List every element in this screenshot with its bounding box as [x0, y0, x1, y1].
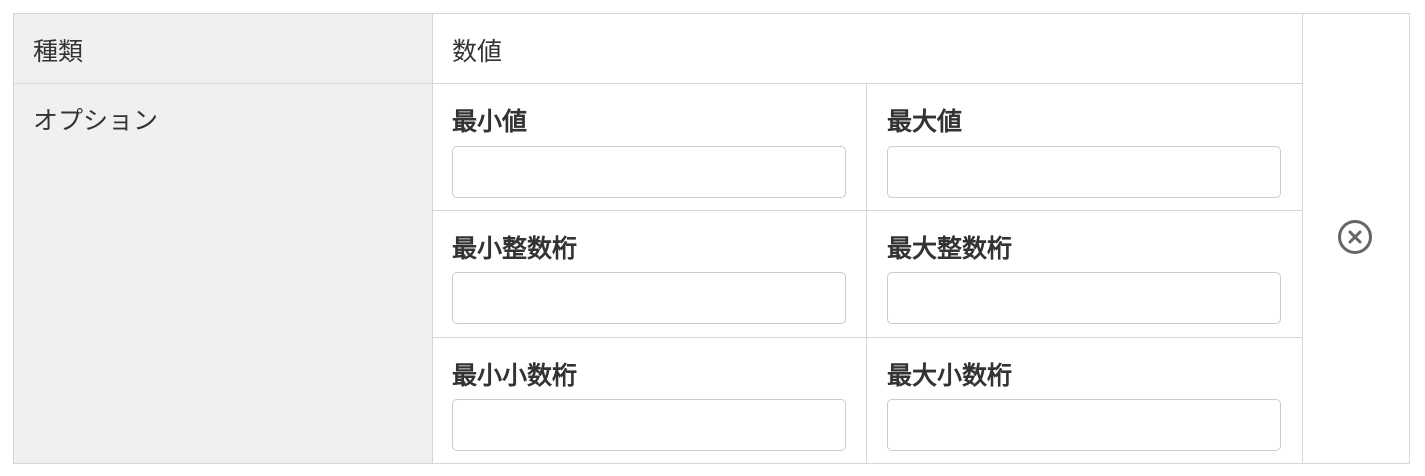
type-value: 数値	[452, 37, 503, 66]
min-integer-digits-label: 最小整数桁	[452, 234, 578, 263]
max-decimal-digits-label: 最大小数桁	[887, 361, 1013, 390]
min-decimal-digits-label: 最小小数桁	[452, 361, 578, 390]
options-label: オプション	[33, 106, 159, 135]
label-column	[14, 14, 433, 463]
max-integer-digits-input[interactable]	[887, 272, 1281, 324]
min-value-label: 最小値	[452, 107, 528, 136]
row-divider	[14, 83, 1302, 84]
max-value-input[interactable]	[887, 146, 1281, 198]
remove-button[interactable]	[1337, 219, 1373, 255]
max-decimal-digits-input[interactable]	[887, 399, 1281, 451]
column-divider	[866, 84, 867, 463]
max-value-label: 最大値	[887, 107, 963, 136]
min-value-input[interactable]	[452, 146, 846, 198]
max-integer-digits-label: 最大整数桁	[887, 234, 1013, 263]
column-divider	[1302, 14, 1303, 463]
row-divider	[433, 210, 1302, 211]
row-divider	[433, 337, 1302, 338]
type-label: 種類	[33, 37, 84, 66]
min-integer-digits-input[interactable]	[452, 272, 846, 324]
min-decimal-digits-input[interactable]	[452, 399, 846, 451]
circle-x-icon	[1338, 220, 1372, 254]
